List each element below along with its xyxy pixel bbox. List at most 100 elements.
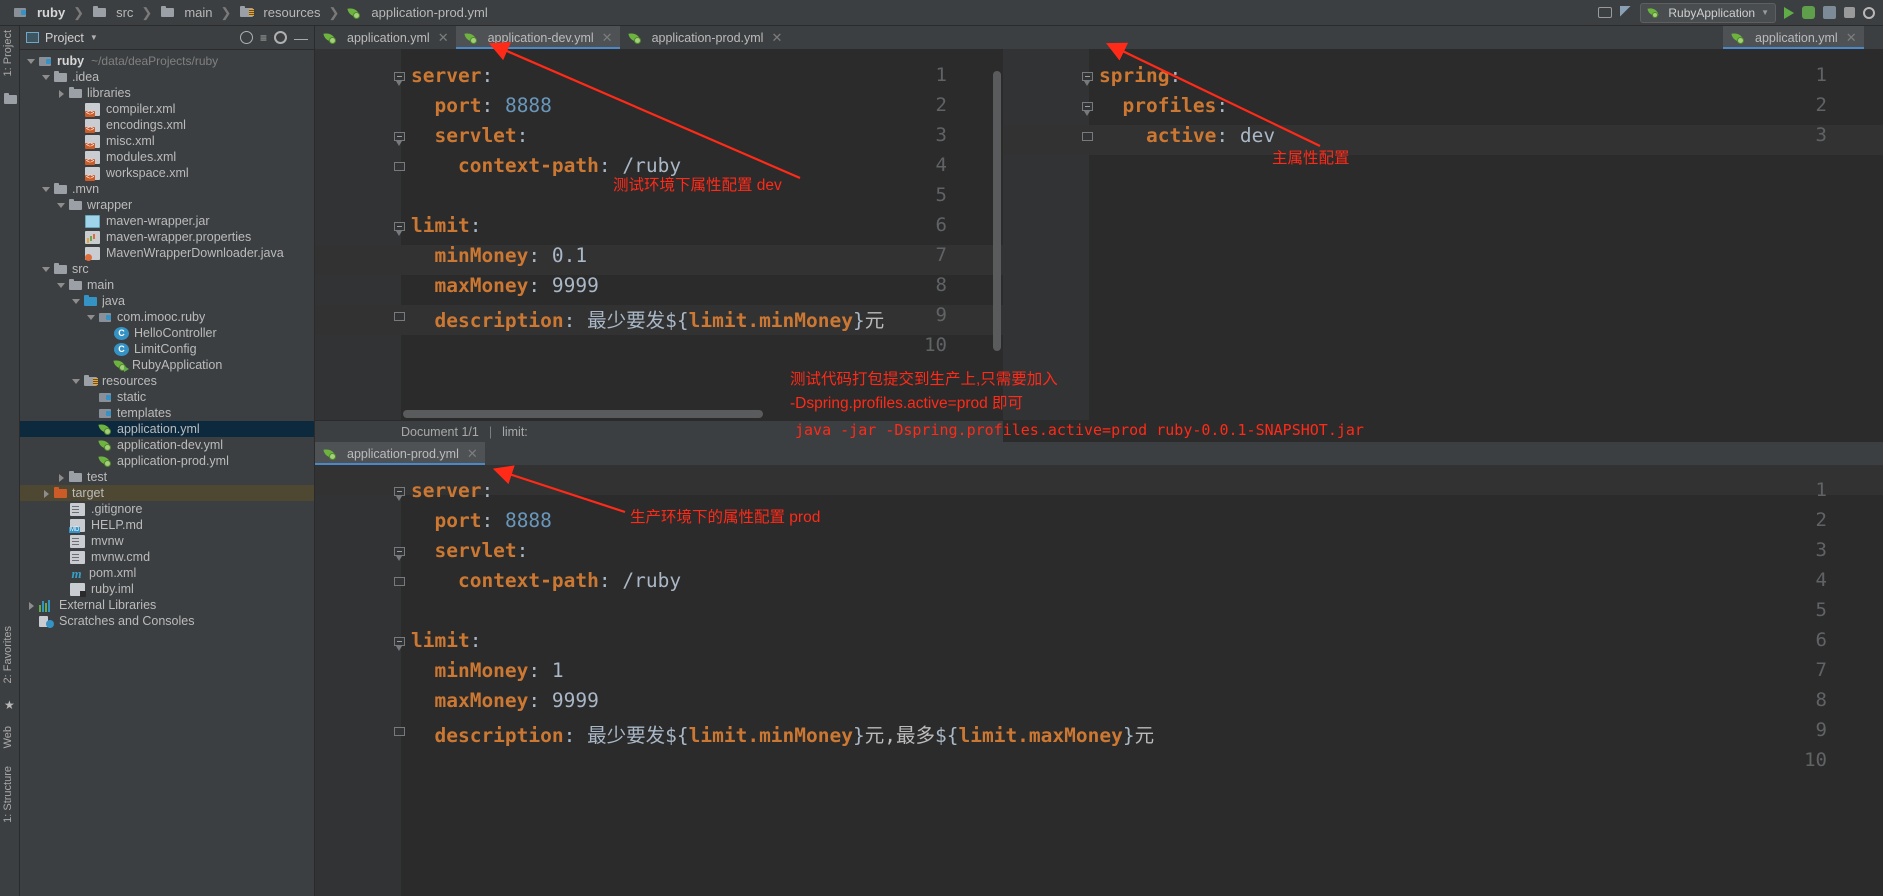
settings-gear-icon[interactable] <box>274 31 287 44</box>
code-fold-handle[interactable] <box>394 727 405 738</box>
code-fold-handle[interactable] <box>394 222 405 236</box>
close-icon[interactable]: ✕ <box>467 446 478 462</box>
layout-icon[interactable] <box>1598 7 1613 18</box>
tree-node-modules-xml[interactable]: modules.xml <box>20 149 314 165</box>
tree-node-src[interactable]: src <box>20 261 314 277</box>
vertical-scrollbar[interactable] <box>993 71 1001 351</box>
stop-icon[interactable] <box>1844 7 1855 18</box>
breadcrumb-item-file[interactable]: application-prod.yml <box>344 5 490 20</box>
code-fold-handle[interactable] <box>394 577 405 588</box>
editor-tab-application-prod-yml[interactable]: application-prod.yml ✕ <box>315 442 485 465</box>
star-icon[interactable]: ★ <box>4 698 15 712</box>
expand-arrow-icon[interactable] <box>56 280 67 291</box>
tree-node-resources[interactable]: resources <box>20 373 314 389</box>
tree-node-mavenwrapperdownloader-java[interactable]: MavenWrapperDownloader.java <box>20 245 314 261</box>
horizontal-scrollbar[interactable] <box>403 410 763 418</box>
tree-node--mvn[interactable]: .mvn <box>20 181 314 197</box>
build-icon[interactable] <box>1620 5 1633 20</box>
tool-window-project[interactable]: 1: Project <box>2 30 14 76</box>
tree-node-limitconfig[interactable]: C LimitConfig <box>20 341 314 357</box>
tree-node-application-yml[interactable]: application.yml <box>20 421 314 437</box>
hide-icon[interactable]: — <box>294 31 308 45</box>
tree-node-help-md[interactable]: HELP.md <box>20 517 314 533</box>
target-icon[interactable] <box>239 31 253 44</box>
code-fold-handle[interactable] <box>1082 72 1093 86</box>
chevron-down-icon[interactable]: ▼ <box>90 33 98 42</box>
tree-node-wrapper[interactable]: wrapper <box>20 197 314 213</box>
expand-arrow-icon[interactable] <box>71 376 82 387</box>
tree-node-libraries[interactable]: libraries <box>20 85 314 101</box>
tree-node-maven-wrapper-jar[interactable]: maven-wrapper.jar <box>20 213 314 229</box>
expand-arrow-icon[interactable] <box>41 184 52 195</box>
collapse-icon[interactable]: ≡ <box>260 32 267 44</box>
code-fold-handle[interactable] <box>1082 132 1093 143</box>
editor-tab-application-yml[interactable]: application.yml ✕ <box>315 26 456 49</box>
code-fold-handle[interactable] <box>394 547 405 561</box>
editor-pane-prod[interactable]: 1 2 3 4 5 6 7 8 9 10 server: port: 8888 servlet: … <box>315 465 1883 896</box>
tree-node--gitignore[interactable]: .gitignore <box>20 501 314 517</box>
code-fold-handle[interactable] <box>394 487 405 501</box>
editor-tab-application-yml[interactable]: application.yml ✕ <box>1723 26 1864 49</box>
expand-arrow-icon[interactable] <box>71 296 82 307</box>
tree-node-workspace-xml[interactable]: workspace.xml <box>20 165 314 181</box>
project-panel-title[interactable]: Project <box>45 31 84 45</box>
tree-node--idea[interactable]: .idea <box>20 69 314 85</box>
editor-pane-main[interactable]: 123 spring: profiles: active: dev ✓ <box>1003 49 1883 420</box>
editor-tab-application-prod-yml[interactable]: application-prod.yml ✕ <box>619 26 790 49</box>
breadcrumb-item-ruby[interactable]: ruby <box>10 5 68 20</box>
tree-node-application-prod-yml[interactable]: application-prod.yml <box>20 453 314 469</box>
collapse-arrow-icon[interactable] <box>56 472 67 483</box>
expand-arrow-icon[interactable] <box>56 200 67 211</box>
profile-icon[interactable] <box>1823 6 1836 19</box>
editor-tab-application-dev-yml[interactable]: application-dev.yml ✕ <box>455 26 620 49</box>
tree-node-static[interactable]: static <box>20 389 314 405</box>
tree-node-mvnw-cmd[interactable]: mvnw.cmd <box>20 549 314 565</box>
tree-node-java[interactable]: java <box>20 293 314 309</box>
tree-node-application-dev-yml[interactable]: application-dev.yml <box>20 437 314 453</box>
tool-window-structure[interactable]: 1: Structure <box>2 766 14 823</box>
editor-gutter[interactable] <box>315 465 401 896</box>
close-icon[interactable]: ✕ <box>771 30 782 46</box>
tree-node-hellocontroller[interactable]: C HelloController <box>20 325 314 341</box>
editor-gutter[interactable] <box>1003 49 1089 420</box>
code-fold-handle[interactable] <box>1082 102 1093 116</box>
editor-pane-dev[interactable]: 1 2 3 4 5 6 7 8 9 10 server: port: 8888 servlet: … <box>315 49 1003 420</box>
breadcrumb-item-main[interactable]: main <box>157 5 215 20</box>
expand-arrow-icon[interactable] <box>26 56 37 67</box>
editor-gutter[interactable] <box>315 49 401 420</box>
breadcrumb-item-resources[interactable]: resources <box>236 5 323 20</box>
tree-node-ruby[interactable]: ruby ~/data/deaProjects/ruby <box>20 53 314 69</box>
tree-node-ruby-iml[interactable]: ruby.iml <box>20 581 314 597</box>
tree-node-target[interactable]: target <box>20 485 314 501</box>
collapse-arrow-icon[interactable] <box>56 88 67 99</box>
code-fold-handle[interactable] <box>394 637 405 651</box>
code-fold-handle[interactable] <box>394 162 405 173</box>
run-configuration-selector[interactable]: RubyApplication ▼ <box>1640 2 1776 23</box>
expand-arrow-icon[interactable] <box>86 312 97 323</box>
collapse-arrow-icon[interactable] <box>26 600 37 611</box>
expand-arrow-icon[interactable] <box>41 264 52 275</box>
tree-node-mvnw[interactable]: mvnw <box>20 533 314 549</box>
tree-node-test[interactable]: test <box>20 469 314 485</box>
expand-arrow-icon[interactable] <box>41 72 52 83</box>
tree-node-com-imooc-ruby[interactable]: com.imooc.ruby <box>20 309 314 325</box>
folder-icon[interactable] <box>3 92 18 107</box>
tree-node-external-libraries[interactable]: External Libraries <box>20 597 314 613</box>
code-fold-handle[interactable] <box>394 72 405 86</box>
tree-node-rubyapplication[interactable]: RubyApplication <box>20 357 314 373</box>
tree-node-scratches-and-consoles[interactable]: Scratches and Consoles <box>20 613 314 629</box>
tree-node-compiler-xml[interactable]: compiler.xml <box>20 101 314 117</box>
tree-node-pom-xml[interactable]: m pom.xml <box>20 565 314 581</box>
tool-window-web[interactable]: Web <box>2 726 14 748</box>
code-fold-handle[interactable] <box>394 132 405 146</box>
tree-node-encodings-xml[interactable]: encodings.xml <box>20 117 314 133</box>
close-icon[interactable]: ✕ <box>602 30 613 46</box>
tree-node-misc-xml[interactable]: misc.xml <box>20 133 314 149</box>
code-fold-handle[interactable] <box>394 312 405 323</box>
search-icon[interactable] <box>1863 6 1875 19</box>
tree-node-templates[interactable]: templates <box>20 405 314 421</box>
tool-window-favorites[interactable]: 2: Favorites <box>2 626 14 683</box>
breadcrumb-item-src[interactable]: src <box>89 5 136 20</box>
debug-icon[interactable] <box>1802 6 1815 19</box>
close-icon[interactable]: ✕ <box>438 30 449 46</box>
